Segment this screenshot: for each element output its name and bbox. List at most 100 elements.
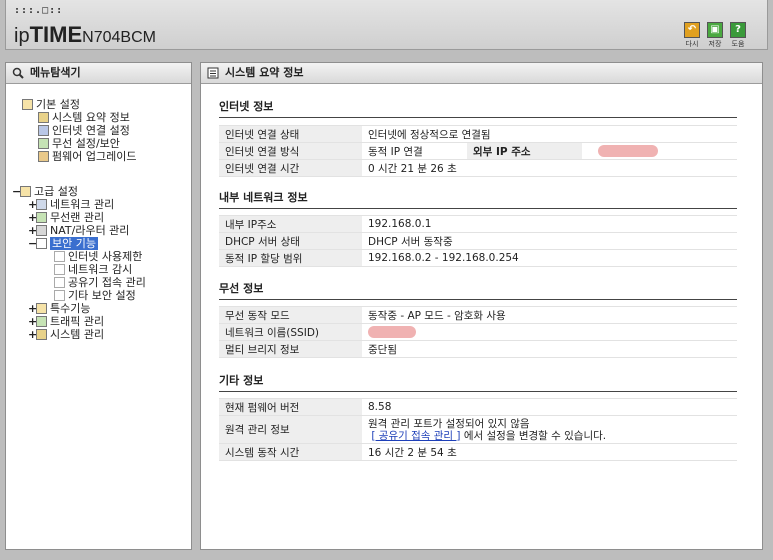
page-icon bbox=[54, 277, 65, 288]
row-value: 동적 IP 연결 bbox=[362, 142, 467, 160]
help-label: 도움 bbox=[731, 40, 745, 48]
row-value: 192.168.0.2 - 192.168.0.254 bbox=[362, 249, 737, 267]
content-title: 시스템 요약 정보 bbox=[201, 63, 762, 84]
wireless-heading: 무선 정보 bbox=[219, 280, 737, 300]
tree-item-network-monitor[interactable]: 네트워크 감시 bbox=[54, 263, 132, 276]
table-row: 원격 관리 정보 원격 관리 포트가 설정되어 있지 않음 [ 공유기 접속 관… bbox=[219, 415, 737, 444]
tree-item-network[interactable]: + 네트워크 관리 bbox=[28, 198, 114, 211]
table-row: 현재 펌웨어 버전 8.58 bbox=[219, 398, 737, 416]
expand-icon: + bbox=[28, 211, 38, 224]
lock-icon bbox=[36, 238, 47, 249]
table-row: 동적 IP 할당 범위 192.168.0.2 - 192.168.0.254 bbox=[219, 249, 737, 267]
remote-mgmt-value: 원격 관리 포트가 설정되어 있지 않음 [ 공유기 접속 관리 ] 에서 설정… bbox=[362, 415, 737, 444]
wireless-icon bbox=[38, 138, 49, 149]
row-value: 8.58 bbox=[362, 398, 737, 416]
save-button[interactable]: ▣ 저장 bbox=[705, 22, 725, 49]
expand-icon: + bbox=[28, 224, 38, 237]
row-key: 무선 동작 모드 bbox=[219, 306, 362, 324]
row-key: 인터넷 연결 시간 bbox=[219, 159, 362, 177]
traffic-icon bbox=[36, 316, 47, 327]
row-key: 네트워크 이름(SSID) bbox=[219, 323, 362, 341]
help-button[interactable]: ? 도움 bbox=[728, 22, 748, 49]
redacted-blur bbox=[368, 326, 416, 338]
row-key: 인터넷 연결 상태 bbox=[219, 125, 362, 143]
row-key: 인터넷 연결 방식 bbox=[219, 142, 362, 160]
logo-dots: :::.□:: bbox=[14, 5, 64, 16]
tree-item-system-summary[interactable]: 시스템 요약 정보 bbox=[38, 111, 130, 124]
expand-icon: + bbox=[28, 328, 38, 341]
network-icon bbox=[36, 199, 47, 210]
chart-icon bbox=[36, 329, 47, 340]
magnifier-icon bbox=[12, 67, 24, 79]
table-row: 인터넷 연결 시간 0 시간 21 분 26 초 bbox=[219, 159, 737, 177]
other-table: 현재 펌웨어 버전 8.58 원격 관리 정보 원격 관리 포트가 설정되어 있… bbox=[219, 398, 737, 461]
tree-item-internet-setup[interactable]: 인터넷 연결 설정 bbox=[38, 124, 130, 137]
firmware-icon bbox=[38, 151, 49, 162]
wireless-table: 무선 동작 모드 동작중 - AP 모드 - 암호화 사용 네트워크 이름(SS… bbox=[219, 306, 737, 358]
menu-explorer-panel: 메뉴탐색기 기본 설정 시스템 요약 정보 인터넷 연결 설정 무선 설정/보안… bbox=[5, 62, 192, 550]
tree-item-nat-router[interactable]: + NAT/라우터 관리 bbox=[28, 224, 129, 237]
ssid-value bbox=[362, 323, 737, 341]
row-key: 내부 IP주소 bbox=[219, 215, 362, 233]
row-key: DHCP 서버 상태 bbox=[219, 232, 362, 250]
table-row: 무선 동작 모드 동작중 - AP 모드 - 암호화 사용 bbox=[219, 306, 737, 324]
tree-item-internet-restriction[interactable]: 인터넷 사용제한 bbox=[54, 250, 142, 263]
expand-icon: + bbox=[28, 302, 38, 315]
page-icon bbox=[54, 251, 65, 262]
tree-item-firmware-upgrade[interactable]: 펌웨어 업그레이드 bbox=[38, 150, 136, 163]
table-row: 네트워크 이름(SSID) bbox=[219, 323, 737, 341]
content-panel: 시스템 요약 정보 인터넷 정보 인터넷 연결 상태 인터넷에 정상적으로 연결… bbox=[200, 62, 763, 550]
row-value: 동작중 - AP 모드 - 암호화 사용 bbox=[362, 306, 737, 324]
page-title: 시스템 요약 정보 bbox=[225, 66, 304, 79]
tree-item-system[interactable]: + 시스템 관리 bbox=[28, 328, 104, 341]
tree-item-other-security[interactable]: 기타 보안 설정 bbox=[54, 289, 136, 302]
collapse-icon: − bbox=[12, 185, 22, 198]
tree-advanced-settings[interactable]: − 고급 설정 bbox=[12, 185, 78, 198]
menu-explorer-title: 메뉴탐색기 bbox=[6, 63, 191, 84]
monitor-icon bbox=[38, 125, 49, 136]
table-row: 인터넷 연결 방식 동적 IP 연결 외부 IP 주소 bbox=[219, 142, 737, 160]
table-row: 내부 IP주소 192.168.0.1 bbox=[219, 215, 737, 233]
table-row: 인터넷 연결 상태 인터넷에 정상적으로 연결됨 bbox=[219, 125, 737, 143]
row-value: 인터넷에 정상적으로 연결됨 bbox=[362, 125, 737, 143]
tree-item-wireless-security[interactable]: 무선 설정/보안 bbox=[38, 137, 120, 150]
router-access-link[interactable]: [ 공유기 접속 관리 ] bbox=[371, 430, 460, 442]
row-value: 192.168.0.1 bbox=[362, 215, 737, 233]
expand-icon: + bbox=[28, 198, 38, 211]
row-value: 중단됨 bbox=[362, 340, 737, 358]
undo-button[interactable]: ↶ 다시 bbox=[682, 22, 702, 49]
internet-table: 인터넷 연결 상태 인터넷에 정상적으로 연결됨 인터넷 연결 방식 동적 IP… bbox=[219, 125, 737, 177]
lan-table: 내부 IP주소 192.168.0.1 DHCP 서버 상태 DHCP 서버 동… bbox=[219, 215, 737, 267]
document-icon bbox=[207, 67, 219, 79]
remote-mgmt-status: 원격 관리 포트가 설정되어 있지 않음 bbox=[368, 417, 530, 430]
external-ip-label: 외부 IP 주소 bbox=[467, 142, 582, 160]
tree-item-traffic[interactable]: + 트래픽 관리 bbox=[28, 315, 104, 328]
folder-icon bbox=[20, 186, 31, 197]
table-row: 시스템 동작 시간 16 시간 2 분 54 초 bbox=[219, 443, 737, 461]
logo-time: TIME bbox=[29, 22, 83, 47]
model-name: N704BCM bbox=[82, 29, 156, 46]
help-icon: ? bbox=[730, 22, 746, 38]
page-icon bbox=[54, 290, 65, 301]
tree-item-router-access[interactable]: 공유기 접속 관리 bbox=[54, 276, 146, 289]
tree-basic-settings[interactable]: 기본 설정 bbox=[22, 98, 80, 111]
menu-explorer-label: 메뉴탐색기 bbox=[30, 66, 81, 79]
expand-icon: + bbox=[28, 315, 38, 328]
row-value: DHCP 서버 동작중 bbox=[362, 232, 737, 250]
row-key: 현재 펌웨어 버전 bbox=[219, 398, 362, 416]
row-key: 시스템 동작 시간 bbox=[219, 443, 362, 461]
logo-ip: ip bbox=[14, 25, 30, 47]
table-row: DHCP 서버 상태 DHCP 서버 동작중 bbox=[219, 232, 737, 250]
undo-icon: ↶ bbox=[684, 22, 700, 38]
tree-item-security[interactable]: − 보안 기능 bbox=[28, 237, 98, 250]
top-header: :::.□:: ipTIMEN704BCM ↶ 다시 ▣ 저장 ? 도움 bbox=[5, 0, 768, 50]
row-value: 0 시간 21 분 26 초 bbox=[362, 159, 737, 177]
undo-label: 다시 bbox=[685, 40, 699, 48]
internet-heading: 인터넷 정보 bbox=[219, 98, 737, 118]
brand-logo: ipTIMEN704BCM bbox=[14, 22, 156, 48]
row-key: 멀티 브리지 정보 bbox=[219, 340, 362, 358]
router-icon bbox=[36, 225, 47, 236]
tree-item-special[interactable]: + 특수기능 bbox=[28, 302, 90, 315]
tree-item-wlan[interactable]: + 무선랜 관리 bbox=[28, 211, 104, 224]
redacted-blur bbox=[598, 145, 658, 157]
